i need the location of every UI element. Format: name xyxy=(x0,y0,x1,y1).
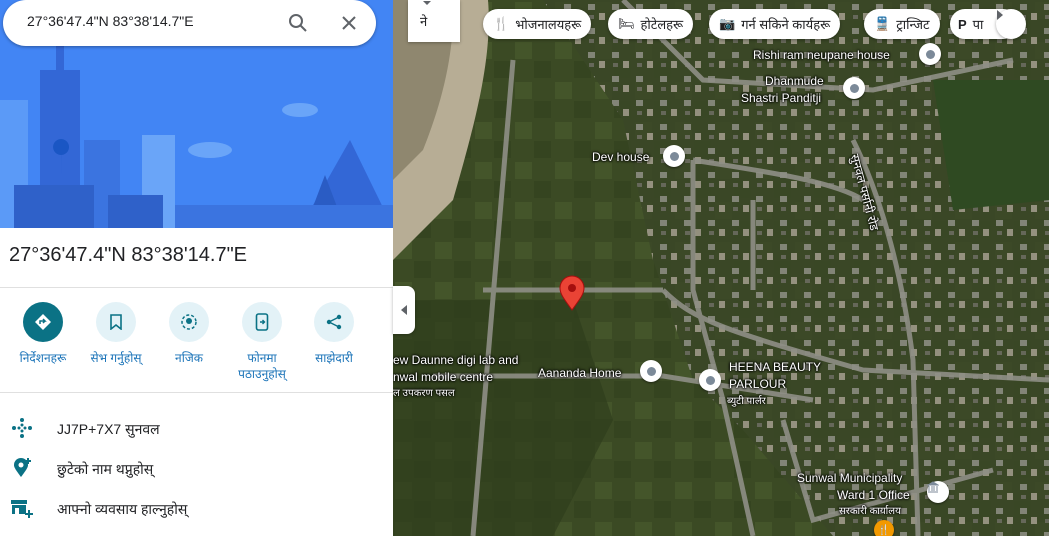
save-label: सेभ गर्नुहोस् xyxy=(90,351,142,365)
map-label: Dev house xyxy=(592,150,650,164)
divider xyxy=(0,392,393,393)
directions-label: निर्देशनहरू xyxy=(19,351,67,365)
chip-label: ट्रान्जिट xyxy=(896,17,930,32)
directions-icon xyxy=(23,302,63,342)
chevron-right-icon xyxy=(997,10,1003,20)
map-label: Dhanmude xyxy=(765,74,824,88)
map-label: ew Daunne digi lab and xyxy=(393,353,519,367)
transit-icon: 🚆 xyxy=(874,16,891,31)
restaurant-icon: 🍴 xyxy=(877,524,891,536)
nearby-icon xyxy=(169,302,209,342)
chips-next-button[interactable] xyxy=(996,9,1026,39)
close-icon xyxy=(342,16,356,30)
camera-icon: 📷 xyxy=(719,16,736,31)
map-label: Aananda Home xyxy=(538,366,622,380)
government-icon xyxy=(927,481,939,493)
restaurant-icon: 🍴 xyxy=(493,16,510,31)
add-missing-place-text: छुटेको नाम थप्नुहोस् xyxy=(57,461,154,477)
poi-marker[interactable] xyxy=(699,369,721,391)
search-input[interactable] xyxy=(25,12,279,30)
side-panel: 27°36'47.4"N 83°38'14.7"E निर्देशनहरू से… xyxy=(0,0,393,536)
chip-things-to-do[interactable]: 📷 गर्न सकिने कार्यहरू xyxy=(709,9,841,39)
poi-marker[interactable] xyxy=(663,145,685,167)
layer-label: ने xyxy=(420,14,428,29)
chip-label: भोजनालयहरू xyxy=(515,17,582,32)
share-label: साझेदारी xyxy=(315,351,353,365)
share-icon xyxy=(314,302,354,342)
bookmark-icon xyxy=(96,302,136,342)
share-button[interactable]: साझेदारी xyxy=(299,302,369,366)
add-place-icon xyxy=(10,456,34,480)
layer-toggle[interactable]: ने xyxy=(408,0,460,42)
directions-button[interactable]: निर्देशनहरू xyxy=(8,302,78,366)
search-button[interactable] xyxy=(285,10,311,36)
add-business-text: आफ्नो व्यवसाय हाल्नुहोस् xyxy=(57,501,188,517)
place-title: 27°36'47.4"N 83°38'14.7"E xyxy=(9,244,248,266)
send-to-phone-label: फोनमा पठाउनुहोस् xyxy=(238,351,286,381)
send-to-phone-button[interactable]: फोनमा पठाउनुहोस् xyxy=(227,302,297,382)
poi-marker[interactable] xyxy=(843,77,865,99)
divider xyxy=(0,287,393,288)
poi-marker[interactable] xyxy=(919,43,941,65)
collapse-panel-button[interactable] xyxy=(393,286,415,334)
map-label: PARLOUR xyxy=(729,377,787,391)
satellite-map[interactable]: 🍴 भोजनालयहरू 🛏 होटेलहरू 📷 गर्न सकिने कार्यह… xyxy=(393,0,1049,536)
chevron-down-icon xyxy=(423,1,431,5)
chip-transit[interactable]: 🚆 ट्रान्जिट xyxy=(864,9,940,39)
map-label: nwal mobile centre xyxy=(393,370,494,384)
chevron-left-icon xyxy=(401,305,407,315)
chip-restaurants[interactable]: 🍴 भोजनालयहरू xyxy=(483,9,592,39)
location-pin-icon[interactable] xyxy=(558,275,586,311)
add-missing-place-row[interactable]: छुटेको नाम थप्नुहोस् xyxy=(0,450,393,486)
chip-hotels[interactable]: 🛏 होटेलहरू xyxy=(608,9,694,39)
save-button[interactable]: सेभ गर्नुहोस् xyxy=(81,302,151,366)
restaurant-marker[interactable]: 🍴 xyxy=(874,520,894,536)
poi-marker[interactable] xyxy=(640,360,662,382)
hero-illustration xyxy=(0,0,393,228)
plus-code-row[interactable]: JJ7P+7X7 सुनवल xyxy=(0,410,393,446)
map-label: ल उपकरण पसल xyxy=(393,388,455,399)
map-label: HEENA BEAUTY xyxy=(729,360,822,374)
plus-code-text: JJ7P+7X7 सुनवल xyxy=(57,421,160,437)
map-label: ब्युटी पार्लर xyxy=(727,396,766,407)
search-box[interactable] xyxy=(3,0,376,46)
satellite-imagery xyxy=(393,0,1049,536)
nearby-button[interactable]: नजिक xyxy=(154,302,224,366)
chip-label: होटेलहरू xyxy=(640,17,684,32)
nearby-label: नजिक xyxy=(175,351,203,365)
map-label: Ward 1 Office xyxy=(837,488,910,502)
send-to-phone-icon xyxy=(242,302,282,342)
add-business-row[interactable]: आफ्नो व्यवसाय हाल्नुहोस् xyxy=(0,490,393,526)
chip-label: पा xyxy=(972,17,984,32)
chip-label: गर्न सकिने कार्यहरू xyxy=(741,17,831,32)
map-label: Sunwal Municipality xyxy=(797,471,903,485)
government-office-marker[interactable] xyxy=(927,481,949,503)
plus-code-icon xyxy=(10,416,34,440)
map-label: सरकारी कार्यालय xyxy=(839,506,901,517)
parking-icon: P xyxy=(958,16,967,32)
hotel-icon: 🛏 xyxy=(618,16,635,31)
search-icon xyxy=(289,14,307,32)
map-label: Rishi ram neupane house xyxy=(753,48,890,62)
map-label: Shastri Panditji xyxy=(741,91,822,105)
close-button[interactable] xyxy=(336,10,362,36)
add-business-icon xyxy=(10,496,34,520)
